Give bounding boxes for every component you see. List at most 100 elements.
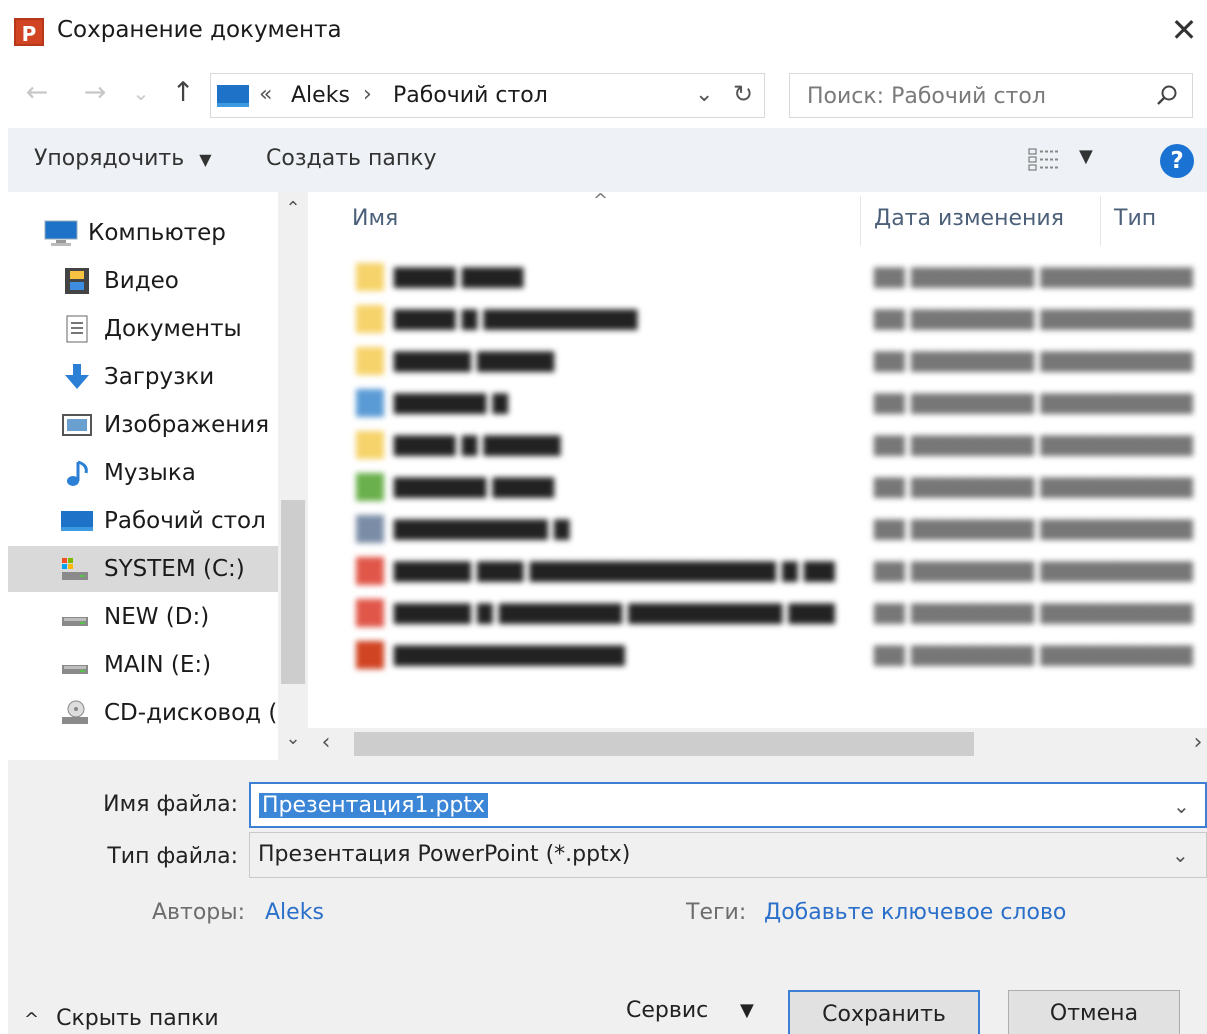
save-button[interactable]: Сохранить	[788, 990, 980, 1034]
window-title: Сохранение документа	[57, 17, 342, 43]
video-icon	[65, 268, 89, 294]
list-item[interactable]: ▇▇▇▇▇▇▇▇▇▇▇▇▇▇▇ ▇▇ ▇▇▇▇▇▇▇▇ ▇▇▇▇▇ ▇▇▇▇▇	[308, 634, 1207, 676]
list-item[interactable]: ▇▇▇▇▇ ▇ ▇▇▇▇▇▇▇▇ ▇▇▇▇▇▇▇▇▇▇ ▇▇▇ ▇▇ ▇▇▇▇▇▇…	[308, 592, 1207, 634]
view-options-icon[interactable]	[1028, 147, 1062, 173]
address-dropdown-icon[interactable]: ⌄	[695, 82, 713, 107]
forward-button[interactable]: →	[78, 76, 112, 110]
list-item[interactable]: ▇▇▇▇ ▇▇▇▇ ▇▇ ▇▇▇▇▇▇▇▇ ▇▇▇▇▇ ▇▇▇▇▇	[308, 256, 1207, 298]
authors-value[interactable]: Aleks	[265, 900, 324, 925]
list-item[interactable]: ▇▇▇▇▇ ▇▇▇ ▇▇▇▇▇▇▇▇▇▇▇▇▇▇▇▇ ▇ ▇▇ ▇▇ ▇▇▇▇▇▇…	[308, 550, 1207, 592]
recent-locations-button[interactable]: ⌄	[128, 76, 154, 110]
blurred-type: ▇▇▇▇▇	[1116, 474, 1193, 498]
scroll-down-icon[interactable]: ⌄	[278, 728, 308, 749]
up-button[interactable]: ↑	[166, 76, 200, 110]
address-overflow-icon[interactable]: «	[259, 82, 272, 107]
sidebar-item-documents[interactable]: Документы	[8, 306, 278, 352]
filename-input[interactable]: Презентация1.pptx ⌄	[249, 782, 1207, 828]
blurred-type: ▇▇▇▇▇	[1116, 432, 1193, 456]
shortcut-icon	[356, 599, 384, 627]
refresh-icon[interactable]: ↻	[733, 80, 753, 108]
scroll-up-icon[interactable]: ⌃	[278, 198, 308, 219]
help-icon[interactable]: ?	[1160, 144, 1194, 178]
blurred-type: ▇▇▇▇▇	[1116, 264, 1193, 288]
command-toolbar: Упорядочить ▼ Создать папку ▼ ?	[8, 128, 1207, 192]
save-options-panel: Имя файла: Презентация1.pptx ⌄ Тип файла…	[8, 760, 1207, 1034]
chevron-down-icon[interactable]: ⌄	[1173, 794, 1190, 818]
horizontal-scroll-thumb[interactable]	[354, 732, 974, 756]
column-divider[interactable]	[1100, 196, 1101, 246]
drive-icon	[62, 665, 88, 674]
sidebar-scroll-thumb[interactable]	[281, 500, 305, 684]
sidebar-scrollbar[interactable]: ⌃ ⌄	[278, 192, 308, 760]
list-item[interactable]: ▇▇▇▇▇▇▇▇▇▇ ▇ ▇▇ ▇▇▇▇▇▇▇▇ ▇▇▇▇▇ ▇▇▇▇▇	[308, 508, 1207, 550]
sidebar-item-downloads[interactable]: Загрузки	[8, 354, 278, 400]
list-item[interactable]: ▇▇▇▇ ▇ ▇▇▇▇▇ ▇▇ ▇▇▇▇▇▇▇▇ ▇▇▇▇▇ ▇▇▇▇▇	[308, 424, 1207, 466]
search-box[interactable]: Поиск: Рабочий стол	[789, 73, 1193, 118]
sidebar-item-pictures[interactable]: Изображения	[8, 402, 278, 448]
powerpoint-icon: P	[14, 18, 44, 46]
blurred-date: ▇▇ ▇▇▇▇▇▇▇▇ ▇▇▇▇▇	[874, 642, 1118, 666]
chevron-down-icon[interactable]: ⌄	[1172, 843, 1189, 867]
drive-icon	[62, 617, 88, 626]
blurred-date: ▇▇ ▇▇▇▇▇▇▇▇ ▇▇▇▇▇	[874, 558, 1118, 582]
hide-folders-button[interactable]: ^ Скрыть папки	[24, 1006, 219, 1031]
chevron-up-icon: ^	[24, 1009, 40, 1030]
title-bar: P Сохранение документа ✕	[0, 0, 1207, 62]
sidebar-item-cd-drive[interactable]: CD-дисковод (H	[8, 690, 278, 736]
sidebar-item-main-e[interactable]: MAIN (E:)	[8, 642, 278, 688]
shortcut-icon	[356, 515, 384, 543]
scroll-left-icon[interactable]: ‹	[316, 730, 336, 755]
hide-folders-label: Скрыть папки	[56, 1006, 219, 1031]
tags-value[interactable]: Добавьте ключевое слово	[764, 900, 1066, 925]
sidebar-item-computer[interactable]: Компьютер	[8, 210, 278, 256]
scroll-right-icon[interactable]: ›	[1188, 730, 1207, 755]
sidebar-item-music[interactable]: Музыка	[8, 450, 278, 496]
blurred-name: ▇▇▇▇▇▇ ▇▇▇▇	[394, 474, 555, 498]
file-list-horizontal-scrollbar[interactable]: ‹ ›	[308, 728, 1207, 760]
sidebar-item-system-c[interactable]: SYSTEM (C:)	[8, 546, 278, 592]
organize-button[interactable]: Упорядочить ▼	[34, 146, 212, 171]
sidebar-item-new-d[interactable]: NEW (D:)	[8, 594, 278, 640]
column-header-name[interactable]: Имя	[352, 206, 398, 231]
navigation-pane: Компьютер Видео Документы Загрузки Изобр…	[8, 192, 278, 760]
list-item[interactable]: ▇▇▇▇▇▇ ▇▇▇▇ ▇▇ ▇▇▇▇▇▇▇▇ ▇▇▇▇▇ ▇▇▇▇▇	[308, 466, 1207, 508]
view-dropdown-icon[interactable]: ▼	[1079, 146, 1093, 167]
sidebar-label: MAIN (E:)	[104, 652, 212, 678]
search-icon[interactable]	[1154, 83, 1180, 109]
blurred-date: ▇▇ ▇▇▇▇▇▇▇▇ ▇▇▇▇▇	[874, 516, 1118, 540]
blurred-date: ▇▇ ▇▇▇▇▇▇▇▇ ▇▇▇▇▇	[874, 390, 1118, 414]
blurred-type: ▇▇▇▇▇	[1116, 348, 1193, 372]
sidebar-label: CD-дисковод (H	[104, 700, 278, 726]
blurred-date: ▇▇ ▇▇▇▇▇▇▇▇ ▇▇▇▇▇	[874, 600, 1118, 624]
pptx-file-icon	[356, 641, 384, 669]
column-header-date[interactable]: Дата изменения	[874, 206, 1064, 231]
blurred-name: ▇▇▇▇▇ ▇▇▇ ▇▇▇▇▇▇▇▇▇▇▇▇▇▇▇▇ ▇ ▇▇	[394, 558, 835, 582]
sidebar-label: Рабочий стол	[104, 508, 266, 534]
new-folder-button[interactable]: Создать папку	[266, 146, 437, 171]
blurred-type: ▇▇▇▇▇	[1116, 600, 1193, 624]
shortcut-icon	[356, 473, 384, 501]
address-part-aleks[interactable]: Aleks	[291, 83, 350, 108]
sidebar-label: Документы	[104, 316, 242, 342]
sidebar-item-desktop[interactable]: Рабочий стол	[8, 498, 278, 544]
column-divider[interactable]	[860, 196, 861, 246]
address-bar[interactable]: « Aleks › Рабочий стол ⌄ ↻	[210, 73, 765, 118]
cancel-button[interactable]: Отмена	[1008, 990, 1180, 1034]
address-separator-icon[interactable]: ›	[363, 82, 372, 107]
filetype-label: Тип файла:	[107, 844, 238, 869]
blurred-name: ▇▇▇▇▇ ▇▇▇▇▇	[394, 348, 555, 372]
address-part-desktop[interactable]: Рабочий стол	[393, 83, 548, 108]
file-list: ^ Имя Дата изменения Тип ▇▇▇▇ ▇▇▇▇ ▇▇ ▇▇▇…	[308, 192, 1207, 728]
column-header-type[interactable]: Тип	[1114, 206, 1156, 231]
service-button[interactable]: Сервис	[626, 998, 708, 1023]
sidebar-item-video[interactable]: Видео	[8, 258, 278, 304]
list-item[interactable]: ▇▇▇▇▇ ▇▇▇▇▇ ▇▇ ▇▇▇▇▇▇▇▇ ▇▇▇▇▇ ▇▇▇▇▇	[308, 340, 1207, 382]
back-button[interactable]: ←	[20, 76, 54, 110]
tags-label: Теги:	[686, 900, 747, 925]
list-item[interactable]: ▇▇▇▇▇▇ ▇ ▇▇ ▇▇▇▇▇▇▇▇ ▇▇▇▇▇ ▇▇▇▇▇	[308, 382, 1207, 424]
filetype-select[interactable]: Презентация PowerPoint (*.pptx) ⌄	[249, 832, 1207, 878]
list-item[interactable]: ▇▇▇▇ ▇ ▇▇▇▇▇▇▇▇▇▇ ▇▇ ▇▇▇▇▇▇▇▇ ▇▇▇▇▇ ▇▇▇▇▇	[308, 298, 1207, 340]
close-button[interactable]: ✕	[1164, 10, 1204, 50]
folder-shortcut-icon	[356, 431, 384, 459]
service-dropdown-icon[interactable]: ▼	[740, 1000, 754, 1021]
